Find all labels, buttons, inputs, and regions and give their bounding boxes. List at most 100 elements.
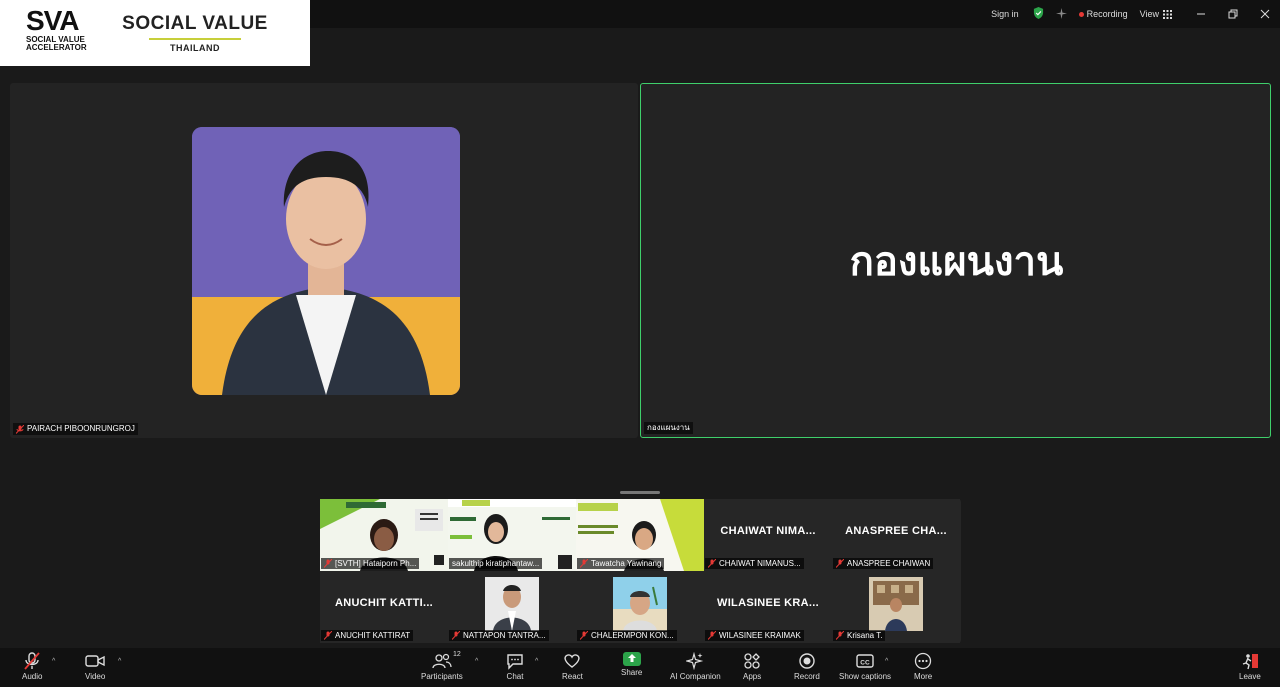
sparkle-icon[interactable]	[1055, 7, 1067, 21]
gallery-name-tag: CHAIWAT NIMANUS...	[705, 558, 804, 569]
participant-avatar	[485, 577, 539, 631]
gallery-tile[interactable]: Tawatcha Yawinang	[576, 499, 704, 571]
record-label: Record	[794, 672, 820, 681]
captions-options-caret-icon[interactable]: ^	[885, 658, 888, 665]
encryption-shield-icon[interactable]	[1033, 7, 1044, 21]
audio-options-caret-icon[interactable]: ^	[52, 658, 55, 665]
close-icon[interactable]	[1258, 7, 1272, 21]
audio-label: Audio	[22, 672, 43, 681]
chat-icon	[507, 654, 523, 670]
gallery-name: [SVTH] Hataiporn Ph...	[335, 559, 417, 568]
gallery-name: sakulthip kiratiphantaw...	[452, 559, 540, 568]
gallery-tile[interactable]: ANASPREE CHA... ANASPREE CHAIWAN	[832, 499, 960, 571]
top-bar-right: Sign in Recording View	[991, 0, 1280, 28]
recording-dot-icon	[1078, 12, 1084, 18]
video-label: Video	[85, 672, 106, 681]
more-icon	[914, 652, 932, 670]
gallery-tile[interactable]: NATTAPON TANTRA...	[448, 571, 576, 643]
svt-logo-divider	[149, 38, 241, 40]
apps-button[interactable]: Apps	[743, 652, 761, 681]
record-icon	[799, 653, 815, 669]
participants-count: 12	[453, 651, 461, 658]
show-captions-button[interactable]: CC Show captions	[839, 652, 891, 681]
mic-muted-icon	[24, 652, 40, 670]
react-label: React	[562, 672, 583, 681]
apps-label: Apps	[743, 672, 762, 681]
participant-name-tag: กองแผนงาน	[644, 422, 693, 434]
leave-button[interactable]: Leave	[1239, 652, 1261, 681]
apps-icon	[744, 653, 761, 669]
gallery-name-tag: ANASPREE CHAIWAN	[833, 558, 934, 569]
gallery-tile[interactable]: CHALERMPON KON...	[576, 571, 704, 643]
gallery-tile[interactable]: CHAIWAT NIMA... CHAIWAT NIMANUS...	[704, 499, 832, 571]
audio-button[interactable]: Audio	[22, 652, 42, 681]
closed-captions-icon: CC	[856, 654, 874, 668]
ai-companion-button[interactable]: AI Companion	[670, 652, 721, 681]
gallery-tile[interactable]: WILASINEE KRA... WILASINEE KRAIMAK	[704, 571, 832, 643]
video-options-caret-icon[interactable]: ^	[118, 658, 121, 665]
sign-in-link[interactable]: Sign in	[991, 9, 1019, 19]
participant-name: กองแผนงาน	[647, 423, 690, 432]
more-label: More	[914, 672, 933, 681]
svg-text:CC: CC	[860, 659, 870, 666]
video-tile-pairach[interactable]: PAIRACH PIBOONRUNGROJ	[10, 83, 638, 438]
gallery-tile[interactable]: [SVTH] Hataiporn Ph...	[320, 499, 448, 571]
gallery-name-tag: [SVTH] Hataiporn Ph...	[321, 558, 420, 569]
gallery-name-tag: CHALERMPON KON...	[577, 630, 677, 641]
share-screen-icon	[622, 652, 641, 666]
gallery-resize-handle[interactable]	[620, 491, 660, 494]
participants-icon	[432, 653, 452, 669]
recording-indicator[interactable]: Recording	[1078, 9, 1128, 19]
meeting-toolbar: Audio ^ Video ^ Participants 12 ^ Chat ^…	[0, 648, 1280, 687]
gallery-name: NATTAPON TANTRA...	[463, 631, 546, 640]
gallery-name: WILASINEE KRAIMAK	[719, 631, 801, 640]
gallery-display-name: CHAIWAT NIMA...	[720, 525, 816, 537]
gallery-strip: [SVTH] Hataiporn Ph... sakulthip kiratip…	[320, 499, 961, 643]
gallery-tile[interactable]: sakulthip kiratiphantaw...	[448, 499, 576, 571]
chat-button[interactable]: Chat	[506, 652, 524, 681]
gallery-name-tag: sakulthip kiratiphantaw...	[449, 558, 543, 569]
gallery-display-name: ANASPREE CHA...	[845, 525, 947, 537]
more-button[interactable]: More	[914, 652, 932, 681]
video-button[interactable]: Video	[85, 652, 105, 681]
chat-label: Chat	[506, 672, 524, 681]
share-button[interactable]: Share	[621, 652, 642, 677]
gallery-name: Tawatcha Yawinang	[591, 559, 662, 568]
gallery-name: Krisana T.	[847, 631, 883, 640]
restore-icon[interactable]	[1226, 7, 1240, 21]
participant-avatar	[869, 577, 923, 631]
leave-label: Leave	[1239, 672, 1261, 681]
video-tile-active-speaker[interactable]: กองแผนงาน กองแผนงาน	[640, 83, 1271, 438]
share-label: Share	[621, 668, 643, 677]
gallery-name-tag: ANUCHIT KATTIRAT	[321, 630, 414, 641]
participant-display-name: กองแผนงาน	[849, 239, 1064, 285]
svt-logo-title: SOCIAL VALUE	[122, 13, 268, 34]
gallery-name: ANASPREE CHAIWAN	[847, 559, 931, 568]
logo-overlay: SVA SOCIAL VALUE ACCELERATOR SOCIAL VALU…	[0, 0, 310, 66]
gallery-name: ANUCHIT KATTIRAT	[335, 631, 411, 640]
gallery-display-name: WILASINEE KRA...	[717, 597, 819, 609]
ai-companion-label: AI Companion	[670, 672, 721, 681]
heart-icon	[564, 654, 581, 668]
gallery-tile[interactable]: ANUCHIT KATTI... ANUCHIT KATTIRAT	[320, 571, 448, 643]
mic-muted-icon	[16, 424, 24, 434]
leave-icon	[1242, 654, 1258, 670]
view-button[interactable]: View	[1140, 9, 1172, 19]
chat-options-caret-icon[interactable]: ^	[535, 658, 538, 665]
recording-label: Recording	[1086, 9, 1128, 19]
record-button[interactable]: Record	[794, 652, 820, 681]
show-captions-label: Show captions	[839, 672, 892, 681]
gallery-name: CHALERMPON KON...	[591, 631, 674, 640]
participants-options-caret-icon[interactable]: ^	[475, 658, 478, 665]
gallery-tile[interactable]: Krisana T.	[832, 571, 960, 643]
react-button[interactable]: React	[562, 652, 583, 681]
participants-label: Participants	[421, 672, 463, 681]
gallery-name: CHAIWAT NIMANUS...	[719, 559, 801, 568]
participant-portrait	[192, 127, 460, 395]
gallery-name-tag: Krisana T.	[833, 630, 886, 641]
gallery-name-tag: WILASINEE KRAIMAK	[705, 630, 804, 641]
gallery-display-name: ANUCHIT KATTI...	[334, 597, 434, 609]
camera-icon	[85, 655, 105, 667]
minimize-icon[interactable]	[1194, 7, 1208, 21]
view-label: View	[1139, 9, 1159, 19]
